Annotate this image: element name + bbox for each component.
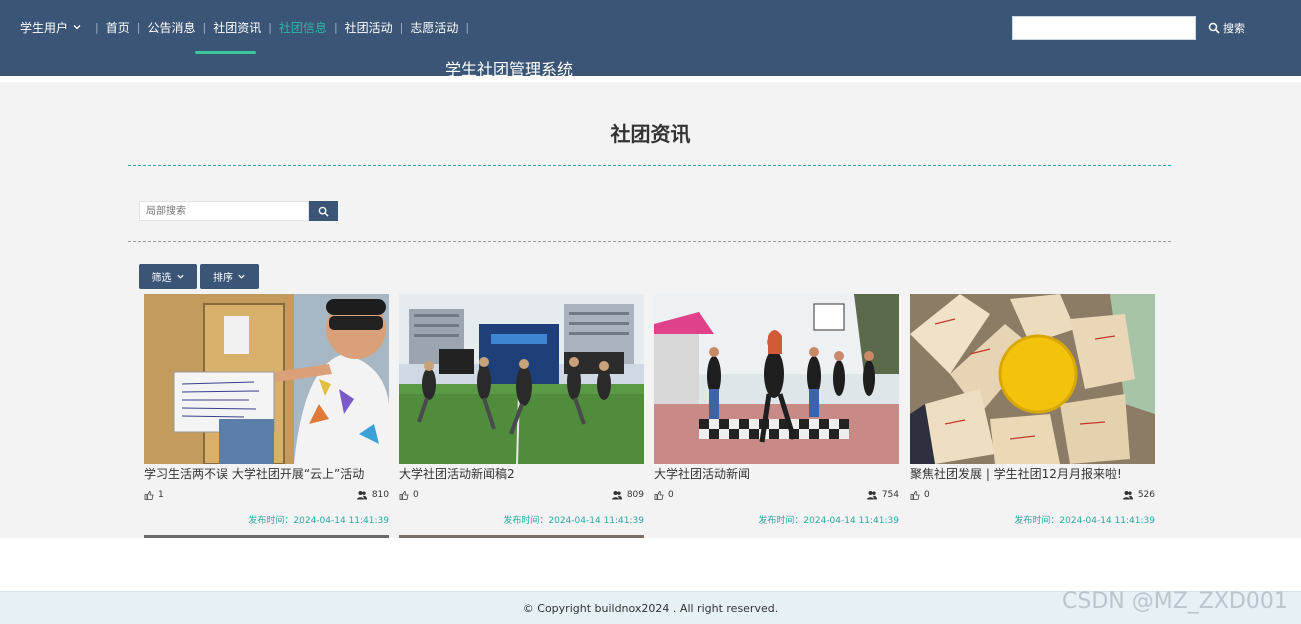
news-card[interactable]: 大学社团活动新闻稿2 0 809 发布时间：2024-04-14 11:41:3… (399, 294, 644, 526)
chevron-down-icon (73, 25, 81, 30)
view-count-value: 810 (371, 490, 389, 500)
nav-item-club-activities[interactable]: 社团活动 (345, 19, 393, 36)
view-count-value: 809 (626, 490, 644, 500)
thumbs-up-icon (144, 490, 154, 500)
publish-time-label: 发布时间： (503, 516, 549, 526)
nav-item-volunteer-activities[interactable]: 志愿活动 (410, 19, 458, 36)
nav-separator: | (333, 20, 338, 34)
news-card[interactable]: 聚焦社团发展 | 学生社团12月月报来啦! 0 526 发布时间：2024-04… (910, 294, 1155, 526)
like-count: 0 (924, 490, 930, 500)
local-search-button[interactable] (309, 201, 338, 221)
nav-item-home[interactable]: 首页 (106, 19, 130, 36)
publish-time-value: 2024-04-14 11:41:39 (548, 516, 644, 526)
users-icon (611, 491, 622, 500)
filter-button[interactable]: 筛选 (139, 264, 197, 289)
sort-button[interactable]: 排序 (200, 264, 259, 289)
nav-separator: | (399, 20, 404, 34)
search-divider (128, 241, 1171, 242)
search-icon (318, 206, 329, 217)
news-title[interactable]: 大学社团活动新闻稿2 (399, 465, 644, 482)
page-title: 社团资讯 (610, 122, 691, 146)
news-title[interactable]: 学习生活两不误 大学社团开展“云上”活动 (144, 465, 389, 482)
like-count: 0 (413, 490, 419, 500)
users-icon (866, 491, 877, 500)
header-search-button[interactable]: 搜索 (1208, 19, 1245, 37)
view-count: 809 (611, 490, 644, 500)
nav-separator: | (268, 20, 272, 34)
nav-item-announcements[interactable]: 公告消息 (147, 19, 195, 36)
publish-time: 发布时间：2024-04-14 11:41:39 (1014, 513, 1155, 526)
users-icon (356, 491, 367, 500)
chevron-down-icon (238, 274, 245, 279)
title-divider (128, 165, 1171, 166)
publish-time: 发布时间：2024-04-14 11:41:39 (758, 513, 899, 526)
publish-time-value: 2024-04-14 11:41:39 (1059, 516, 1155, 526)
view-count: 526 (1122, 490, 1155, 500)
view-count-value: 526 (1137, 490, 1155, 500)
user-menu[interactable]: 学生用户 (20, 18, 82, 36)
copyright-text: © Copyright buildnox2024 . All right res… (522, 602, 779, 615)
nav-separator: | (95, 20, 99, 34)
like-count: 0 (668, 490, 674, 500)
publish-time-label: 发布时间： (1014, 516, 1060, 526)
news-card[interactable]: 大学社团活动新闻 0 754 发布时间：2024-04-14 11:41:39 (654, 294, 899, 526)
news-thumbnail[interactable] (144, 294, 389, 464)
thumbs-up-icon (910, 490, 920, 500)
publish-time-label: 发布时间： (248, 516, 294, 526)
thumbs-up-icon (654, 490, 664, 500)
news-thumbnail[interactable] (910, 294, 1155, 464)
search-button-label: 搜索 (1223, 22, 1245, 35)
watermark-text: CSDN @MZ_ZXD001 (1062, 589, 1288, 614)
news-card[interactable]: 学习生活两不误 大学社团开展“云上”活动 1 810 发布时间：2024-04-… (144, 294, 389, 526)
publish-time-label: 发布时间： (758, 516, 804, 526)
user-menu-label: 学生用户 (20, 20, 69, 35)
news-title[interactable]: 聚焦社团发展 | 学生社团12月月报来啦! (910, 465, 1155, 482)
search-icon (1208, 22, 1220, 34)
site-brand: 学生社团管理系统 (445, 60, 574, 79)
nav-separator: | (202, 20, 207, 34)
chevron-down-icon (176, 274, 184, 279)
view-count-value: 754 (881, 490, 899, 500)
filter-button-label: 筛选 (151, 273, 172, 284)
news-thumbnail[interactable] (399, 294, 644, 464)
news-thumbnail[interactable] (144, 535, 389, 538)
top-navigation-bar: 学生用户 | 首页 | 公告消息 | 社团资讯 | 社团信息 | 社团活动 | … (0, 0, 1301, 79)
publish-time: 发布时间：2024-04-14 11:41:39 (248, 513, 389, 526)
main-nav: | 首页 | 公告消息 | 社团资讯 | 社团信息 | 社团活动 | 志愿活动 … (88, 18, 476, 36)
publish-time: 发布时间：2024-04-14 11:41:39 (503, 513, 644, 526)
users-icon (1122, 491, 1133, 500)
nav-item-club-news[interactable]: 社团资讯 (213, 19, 261, 36)
view-count: 810 (356, 490, 389, 500)
active-nav-indicator (195, 51, 256, 54)
local-search-input[interactable] (139, 201, 309, 221)
view-count: 754 (866, 490, 899, 500)
header-search-input[interactable] (1012, 16, 1196, 40)
like-button[interactable]: 0 (654, 490, 674, 500)
nav-item-club-info[interactable]: 社团信息 (279, 19, 327, 36)
like-count: 1 (158, 490, 164, 500)
sort-button-label: 排序 (213, 273, 233, 284)
news-title[interactable]: 大学社团活动新闻 (654, 465, 899, 482)
like-button[interactable]: 0 (910, 490, 930, 500)
thumbs-up-icon (399, 490, 409, 500)
nav-separator: | (136, 20, 141, 34)
news-thumbnail[interactable] (654, 294, 899, 464)
news-thumbnail[interactable] (399, 535, 644, 538)
publish-time-value: 2024-04-14 11:41:39 (293, 516, 389, 526)
nav-separator: | (465, 20, 470, 34)
publish-time-value: 2024-04-14 11:41:39 (803, 516, 899, 526)
like-button[interactable]: 0 (399, 490, 419, 500)
like-button[interactable]: 1 (144, 490, 164, 500)
